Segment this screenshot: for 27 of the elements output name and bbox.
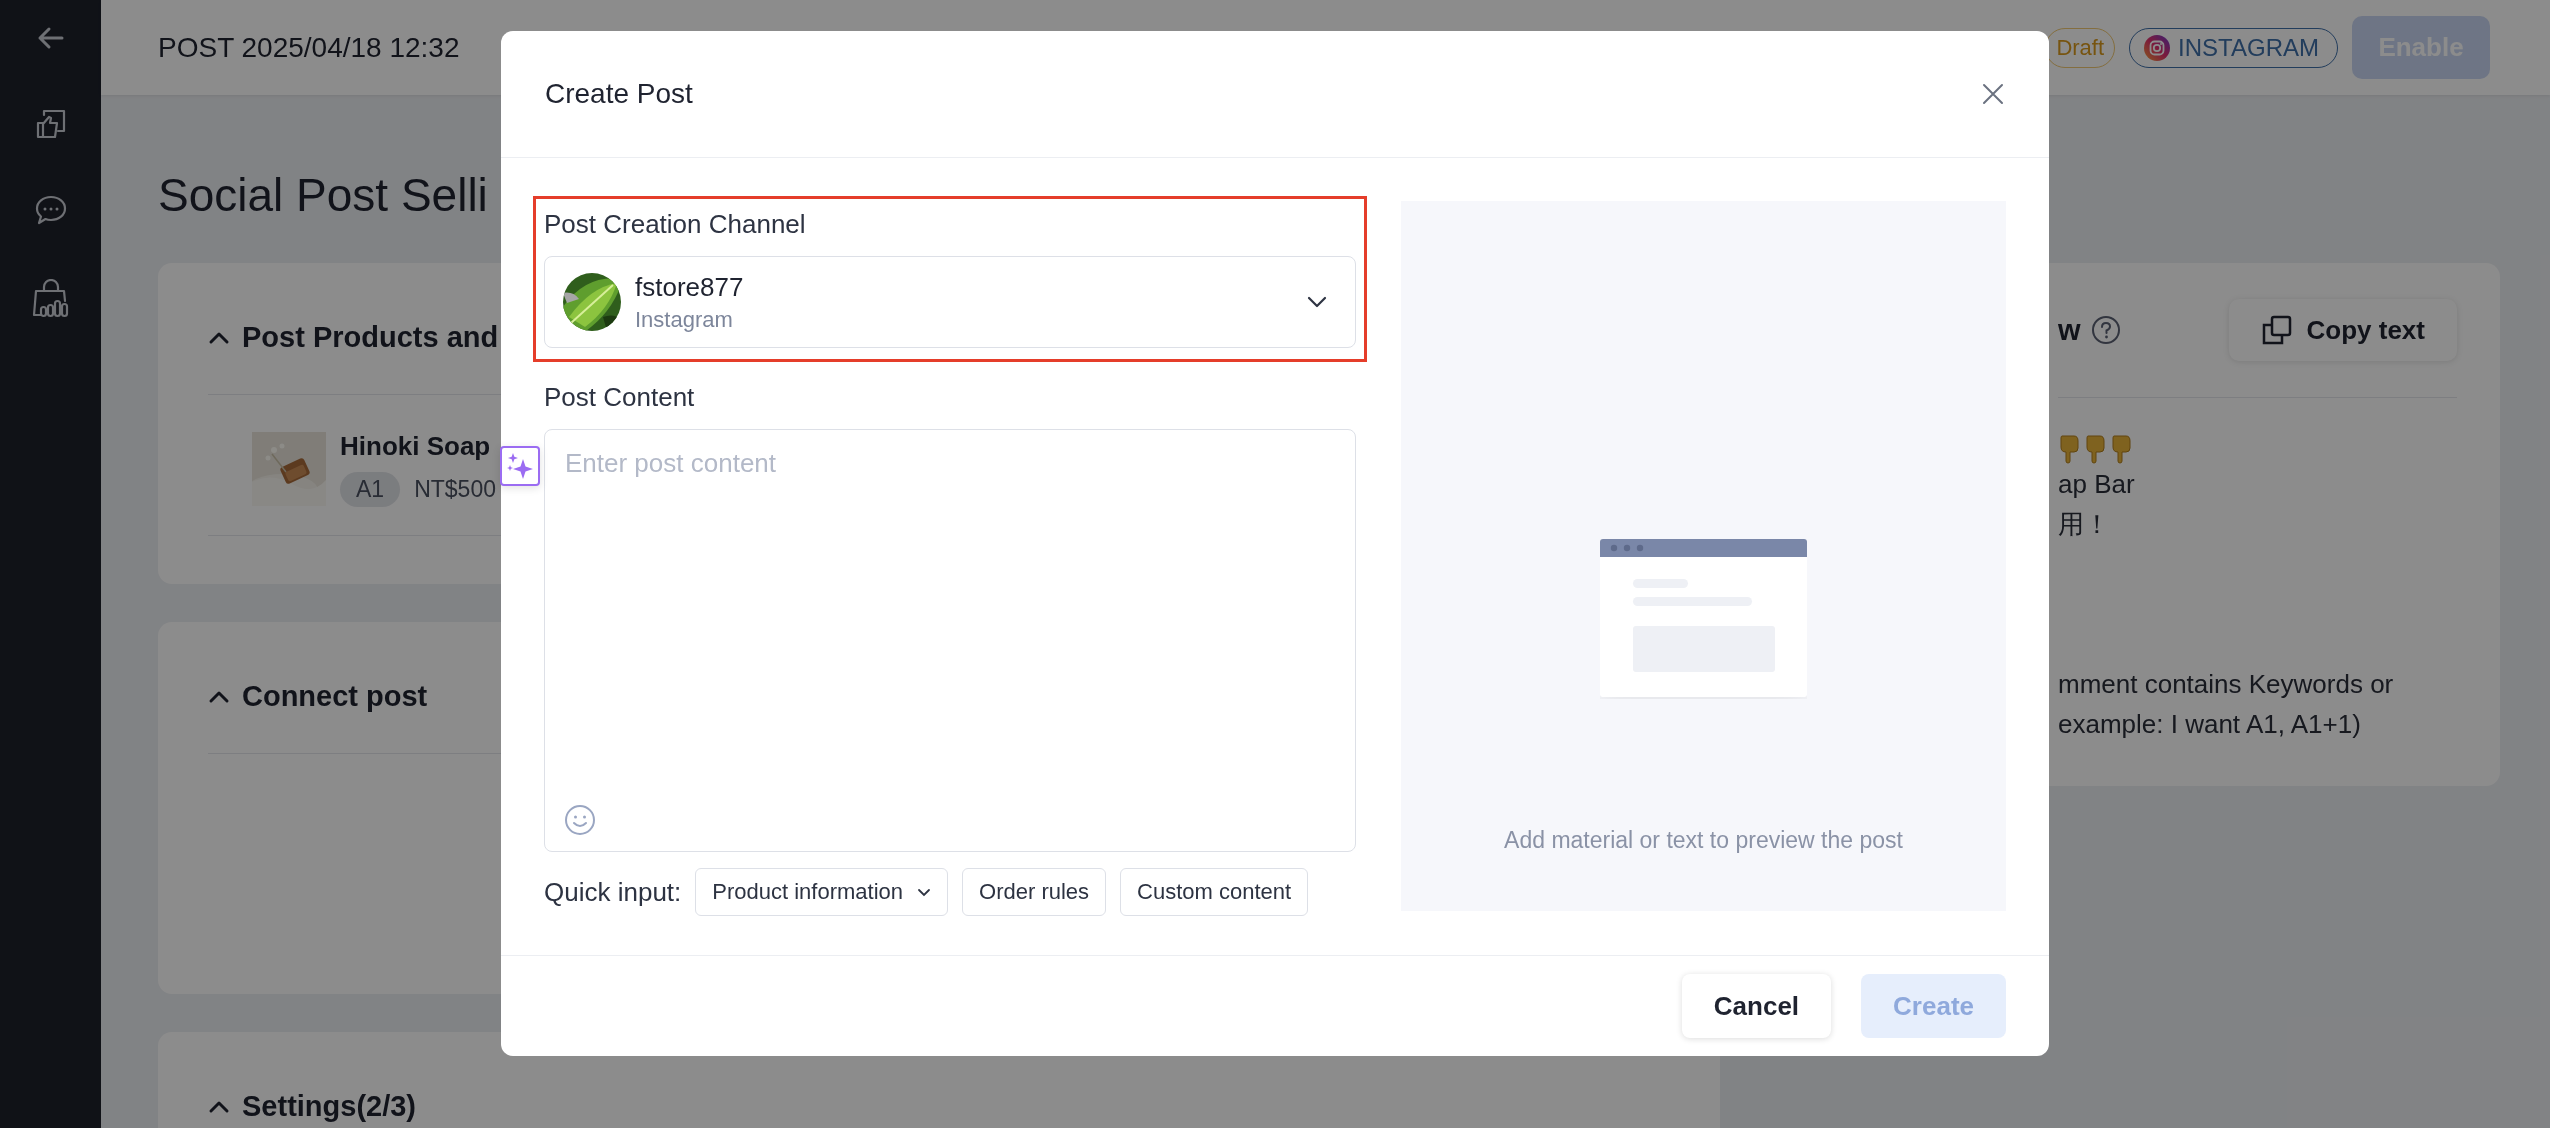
quick-input-button[interactable]: Custom content [1120, 868, 1309, 916]
platform-name: Instagram [635, 306, 734, 333]
channel-select[interactable]: fstore877 Instagram [544, 256, 1356, 348]
post-title: POST 2025/04/18 12:32 [158, 31, 460, 64]
section-title: Settings(2/3) [242, 1090, 417, 1123]
post-content-field[interactable]: Enter post content [544, 429, 1356, 852]
preview-text: mment contains Keywords or [2058, 668, 2395, 701]
page-title: Social Post Selli [158, 168, 488, 223]
preview-text: example: I want A1, A1+1) [2058, 708, 2362, 741]
section-title: Post Products and [242, 321, 499, 354]
field-label: Post Content [544, 382, 696, 413]
dropdown-button[interactable]: Product information [695, 868, 949, 916]
field-label: Post Creation Channel [544, 209, 807, 240]
account-name: fstore877 [635, 271, 744, 303]
quick-input-label: Quick input: [544, 876, 682, 908]
preview-hint: Add material or text to preview the post [1504, 827, 1903, 854]
product-name: Hinoki Soap [340, 431, 492, 462]
dialog-title: Create Post [545, 78, 693, 110]
keyword-tag: A1 [340, 472, 401, 507]
preview-text: 用！ [2058, 508, 2111, 541]
cancel-button[interactable]: Cancel [1681, 974, 1832, 1038]
section-title: Connect post [242, 680, 428, 713]
panel-title: w [2058, 313, 2081, 347]
product-price: NT$500 [414, 476, 496, 503]
quick-input-button[interactable]: Order rules [962, 868, 1107, 916]
preview-text: ap Bar [2058, 468, 2136, 501]
copy-text-button[interactable]: Copy text [2228, 299, 2457, 361]
